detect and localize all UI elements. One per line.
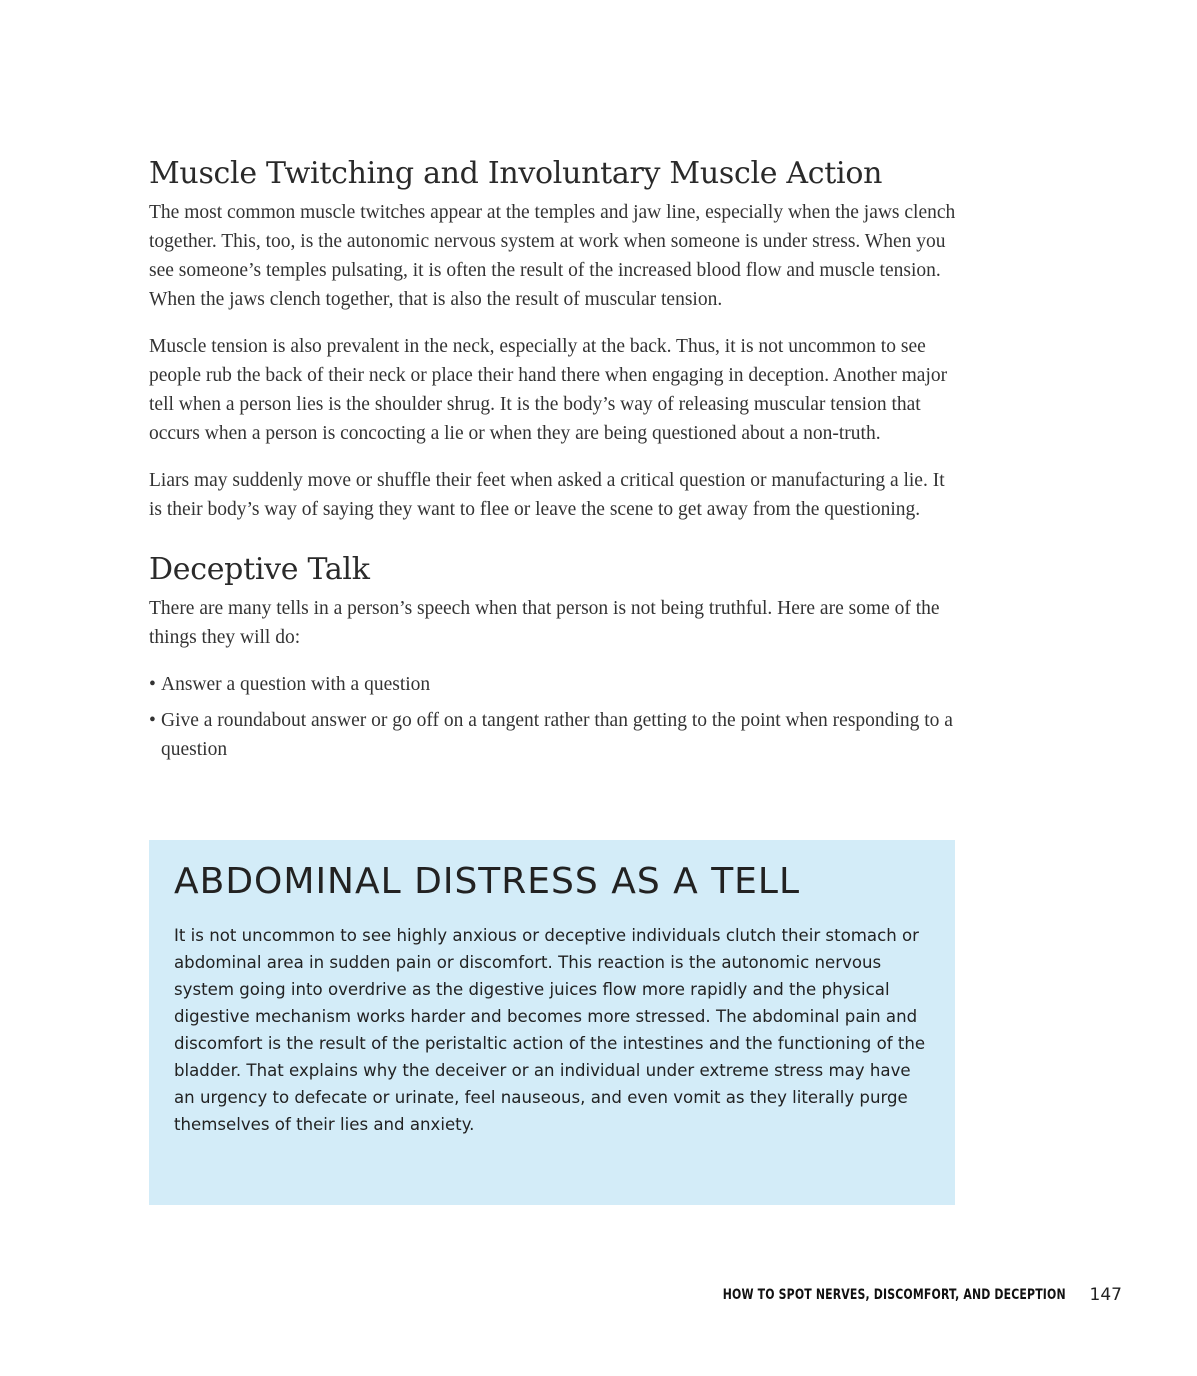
page-content: Muscle Twitching and Involuntary Muscle … bbox=[149, 154, 959, 771]
intro-paragraph: There are many tells in a person’s speec… bbox=[149, 598, 940, 648]
list-item-text: Answer a question with a question bbox=[161, 674, 431, 695]
sidebar-heading: ABDOMINAL DISTRESS AS A TELL bbox=[174, 861, 801, 902]
page-number: 147 bbox=[1089, 1285, 1122, 1305]
list-item-text: Give a roundabout answer or go off on a … bbox=[161, 710, 953, 760]
list-item: • Give a roundabout answer or go off on … bbox=[149, 706, 959, 764]
paragraph: Muscle tension is also prevalent in the … bbox=[149, 336, 948, 444]
page-footer: HOW TO SPOT NERVES, DISCOMFORT, AND DECE… bbox=[626, 1285, 1122, 1305]
running-title: HOW TO SPOT NERVES, DISCOMFORT, AND DECE… bbox=[722, 1287, 1066, 1303]
section-heading-deceptive-talk: Deceptive Talk bbox=[149, 552, 370, 587]
paragraph: The most common muscle twitches appear a… bbox=[149, 202, 956, 310]
bullet-icon: • bbox=[149, 674, 156, 695]
sidebar-body: It is not uncommon to see highly anxious… bbox=[174, 926, 926, 1134]
bullet-icon: • bbox=[149, 710, 156, 731]
list-item: • Answer a question with a question bbox=[149, 670, 959, 699]
paragraph: Liars may suddenly move or shuffle their… bbox=[149, 470, 945, 520]
sidebar-box: ABDOMINAL DISTRESS AS A TELL It is not u… bbox=[149, 840, 955, 1205]
section-heading-muscle-twitching: Muscle Twitching and Involuntary Muscle … bbox=[149, 156, 883, 191]
tells-list: • Answer a question with a question • Gi… bbox=[149, 670, 959, 764]
